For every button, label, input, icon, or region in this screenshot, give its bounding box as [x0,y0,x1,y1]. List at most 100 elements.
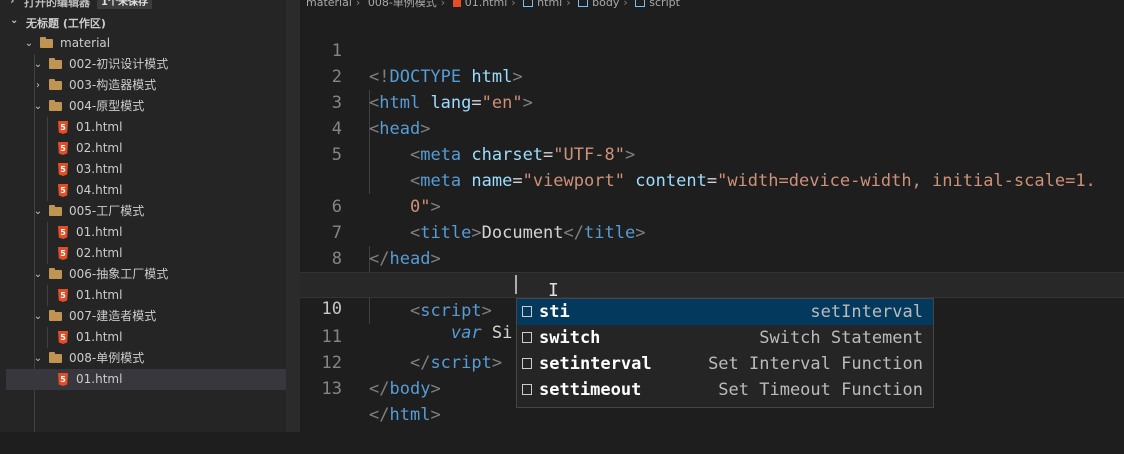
chevron-down-icon: ⌄ [24,38,34,49]
suggestion-item[interactable]: switch Switch Statement [517,325,933,351]
breadcrumb-separator-icon: › [511,0,516,9]
folder-icon [49,100,62,111]
tree-item-label: 01.html [76,120,123,134]
suggestion-detail: Switch Statement [759,328,923,348]
html5-file-icon: 5 [58,121,68,134]
chevron-down-icon: ⌄ [33,101,43,112]
code-editor[interactable]: material › 008-单例模式 › 01.html › html › body ›… [300,0,1124,432]
tree-item-file-selected[interactable]: 5 01.html [6,369,286,390]
code-line: 1 <!DOCTYPE html> [300,12,1124,87]
tree-item-folder[interactable]: ⌄ 005-工厂模式 [0,201,286,222]
breadcrumb-item[interactable]: html [537,0,562,9]
tree-item-label: 006-抽象工厂模式 [69,267,169,281]
tree-item-file[interactable]: 5 03.html [0,159,286,180]
tree-item-folder[interactable]: ⌄ 007-建造者模式 [0,306,286,327]
folder-icon [49,268,62,279]
open-editors-title: 打开的编辑器 [24,0,90,9]
code-line-current: 10 var Si [300,272,1124,343]
code-line: 2 <html lang="en"> [300,38,1124,113]
breadcrumb-separator-icon: › [566,0,571,9]
suggestion-item[interactable]: sti setInterval [517,299,933,325]
workspace-title: 无标题 (工作区) [26,17,106,30]
explorer-sidebar: › 打开的编辑器 1个未保存 ⌄ 无标题 (工作区) ⌄ material ⌄ … [0,0,286,432]
snippet-icon [522,384,532,395]
folder-icon [49,352,62,363]
tree-item-label: 007-建造者模式 [69,309,157,323]
html5-file-icon: 5 [58,247,68,260]
chevron-down-icon: ⌄ [33,59,43,70]
tree-item-folder[interactable]: ⌄ 006-抽象工厂模式 [0,264,286,285]
workspace-header[interactable]: ⌄ 无标题 (工作区) [0,12,286,32]
suggestion-item[interactable]: setinterval Set Interval Function [517,351,933,377]
tree-item-folder[interactable]: › 003-构造器模式 [0,75,286,96]
html5-file-icon: 5 [58,331,68,344]
snippet-icon [522,332,532,343]
html5-file-icon: 5 [58,184,68,197]
tree-item-folder[interactable]: ⌄ 004-原型模式 [0,96,286,117]
breadcrumb-item[interactable]: 01.html [465,0,508,9]
line-number: 13 [321,379,342,399]
chevron-down-icon: ⌄ [33,269,43,280]
tree-item-material[interactable]: ⌄ material [0,33,286,54]
breadcrumb-item[interactable]: body [592,0,619,9]
sidebar-scrollbar[interactable] [286,0,300,432]
tree-item-label: 01.html [76,330,123,344]
tree-item-label: 01.html [76,288,123,302]
code-line: 5 <meta name="viewport" content="width=d… [300,116,1124,191]
breadcrumb-separator-icon: › [623,0,628,9]
tree-item-file[interactable]: 5 01.html [0,222,286,243]
tree-item-file[interactable]: 5 01.html [0,327,286,348]
html5-file-icon: 5 [58,142,68,155]
chevron-down-icon: ⌄ [33,353,43,364]
folder-icon [49,58,62,69]
symbol-element-icon [578,0,589,7]
folder-icon [49,310,62,321]
breadcrumb-separator-icon: › [355,0,361,9]
code-line: 7 </head> [300,194,1124,269]
breadcrumb-item[interactable]: material [306,0,352,9]
code-token: body [389,379,431,399]
tree-item-file[interactable]: 5 04.html [0,180,286,201]
tree-item-label: 04.html [76,183,123,197]
tree-item-file[interactable]: 5 02.html [0,243,286,264]
tree-item-label: 01.html [76,225,123,239]
tree-item-folder[interactable]: ⌄ 008-单例模式 [0,348,286,369]
suggestion-detail: setInterval [810,302,923,322]
tree-item-label: 01.html [76,372,123,386]
tree-item-label: 02.html [76,141,123,155]
chevron-down-icon: ⌄ [10,15,19,26]
suggestion-label: switch [539,328,601,348]
html5-file-icon: 5 [58,373,68,386]
tree-item-file[interactable]: 5 02.html [0,138,286,159]
folder-icon [49,79,62,90]
breadcrumb-separator-icon: › [440,0,446,9]
tree-item-label: 02.html [76,246,123,260]
html5-file-icon: 5 [58,289,68,302]
code-line: 3 <head> [300,64,1124,139]
code-line: 0"> [409,197,441,217]
code-line: 8 <body> [300,220,1124,295]
tree-item-file[interactable]: 5 01.html [0,117,286,138]
code-token: html [389,405,431,425]
suggest-widget[interactable]: sti setInterval switch Switch Statement … [516,298,934,408]
html5-file-icon: 5 [58,226,68,239]
breadcrumb-item[interactable]: script [649,0,680,9]
html5-file-icon [452,0,461,7]
unsaved-badge: 1个未保存 [97,0,152,9]
open-editors-header[interactable]: › 打开的编辑器 1个未保存 [0,0,286,9]
breadcrumb: material › 008-单例模式 › 01.html › html › body ›… [300,0,684,10]
chevron-down-icon: ⌄ [33,311,43,322]
tree-item-label: 004-原型模式 [69,99,145,113]
tree-item-label: 03.html [76,162,123,176]
tree-item-label: 005-工厂模式 [69,204,145,218]
tree-item-folder[interactable]: ⌄ 002-初识设计模式 [0,54,286,75]
tree-item-file[interactable]: 5 01.html [0,285,286,306]
code-line: 6 <title>Document</title> [300,168,1124,243]
chevron-right-icon: › [10,0,15,7]
suggestion-label: setinterval [539,354,652,374]
tree-item-label: 008-单例模式 [69,351,145,365]
symbol-element-icon [635,0,646,7]
breadcrumb-item[interactable]: 008-单例模式 [368,0,437,10]
suggestion-item[interactable]: settimeout Set Timeout Function [517,377,933,403]
folder-icon [49,205,62,216]
